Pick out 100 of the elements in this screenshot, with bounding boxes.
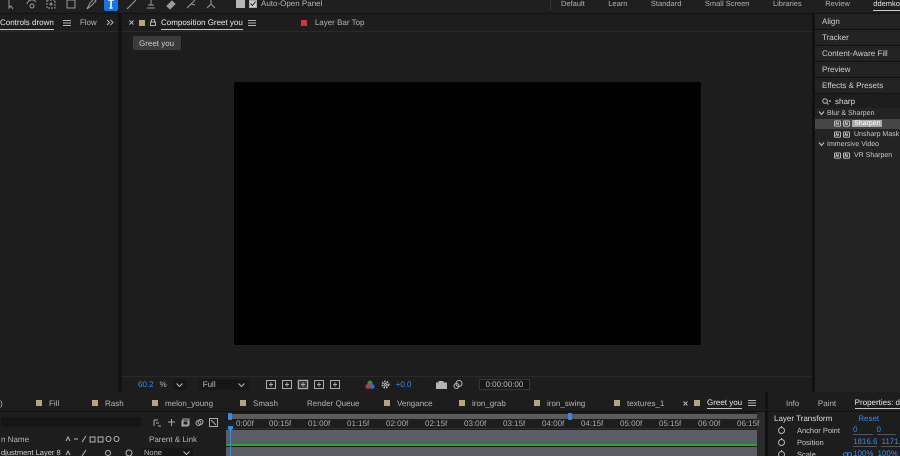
time-ruler-label: 02:00f: [386, 419, 410, 428]
view-option-button[interactable]: [312, 379, 325, 390]
checkbox-label: Auto-Open Panel: [261, 0, 322, 8]
time-ruler-label: 01:15f: [347, 419, 370, 428]
snapshot-icon[interactable]: [452, 380, 462, 389]
type-tool-icon[interactable]: [104, 0, 118, 11]
section-title: Layer Transform: [774, 414, 832, 422]
composition-tab[interactable]: Vengance: [397, 398, 433, 408]
camera-icon[interactable]: [436, 380, 446, 388]
timecode-field[interactable]: 0:00:00:00: [478, 379, 530, 390]
roto-brush-tool-icon[interactable]: [184, 0, 198, 11]
panel-tab[interactable]: Flow: [80, 16, 97, 29]
time-ruler-label: 06:00f: [698, 419, 722, 428]
time-ruler-label: 02:15f: [425, 419, 448, 428]
preset-icon: [843, 152, 850, 159]
search-field[interactable]: sharp: [815, 94, 900, 108]
composition-tab[interactable]: ): [0, 398, 3, 408]
caret-icon: [176, 382, 183, 386]
motion-blur-icon[interactable]: [195, 418, 204, 426]
panel-tab[interactable]: Info: [786, 398, 800, 408]
property-value[interactable]: 0: [876, 425, 896, 435]
preset-icon: [834, 120, 841, 128]
work-area-end-handle[interactable]: [568, 413, 572, 420]
checkbox[interactable]: [249, 0, 257, 8]
view-option-button[interactable]: [280, 379, 293, 390]
composition-tab[interactable]: Layer Bar Top: [314, 16, 364, 29]
time-ruler-label: 03:00f: [464, 419, 488, 428]
search-input[interactable]: sharp: [835, 96, 890, 106]
layers-icon[interactable]: [181, 418, 190, 426]
time-ruler-label: 04:15f: [581, 419, 604, 428]
lock-icon[interactable]: [150, 19, 156, 26]
property-value[interactable]: 1816.6: [853, 437, 878, 447]
composition-tab[interactable]: Composition Greet you: [161, 16, 243, 30]
property-value[interactable]: 100%: [853, 449, 874, 456]
chevron-double-icon[interactable]: [106, 19, 114, 26]
composition-tab[interactable]: Smash: [253, 398, 278, 408]
time-ruler-label: 04:00f: [542, 419, 566, 428]
panel-tab[interactable]: Properties: d: [854, 397, 900, 409]
column-header: Parent & Link: [149, 434, 198, 444]
composition-tab[interactable]: melon_young: [165, 398, 214, 408]
composition-tab[interactable]: Greet you: [707, 397, 742, 409]
rectangle-tool-icon[interactable]: [64, 0, 78, 11]
time-ruler-label: 05:00f: [620, 419, 644, 428]
resolution-dropdown[interactable]: Full: [198, 379, 249, 390]
stopwatch-icon[interactable]: [778, 426, 785, 434]
view-option-button[interactable]: [328, 379, 341, 390]
graph-editor-icon[interactable]: [209, 418, 218, 426]
color-channels-icon[interactable]: [364, 380, 375, 390]
caret-icon: [238, 382, 245, 386]
composition-tab[interactable]: Fill: [49, 398, 60, 408]
pan-behind-tool-icon[interactable]: [44, 0, 58, 11]
exposure-value[interactable]: +0.0: [396, 380, 412, 389]
composition-tab[interactable]: Render Queue: [307, 398, 360, 408]
work-area-start-handle[interactable]: [228, 413, 232, 420]
gear-icon[interactable]: [380, 380, 390, 389]
composition-tab[interactable]: textures_1: [627, 398, 664, 408]
disclosure-icon[interactable]: [818, 110, 825, 116]
time-ruler-label: 01:00f: [308, 419, 332, 428]
panel-tab[interactable]: Controls drown: [0, 16, 54, 30]
playhead-icon[interactable]: [228, 426, 233, 456]
reset-link[interactable]: Reset: [858, 414, 880, 422]
panel-tab[interactable]: Paint: [818, 398, 836, 408]
puppet-tool-icon[interactable]: [204, 0, 218, 11]
composition-tab[interactable]: iron_swing: [547, 398, 586, 408]
menu-icon[interactable]: [248, 20, 256, 26]
preset-icon: [843, 120, 850, 128]
time-ruler-label: 03:15f: [503, 419, 526, 428]
orbit-tool-icon[interactable]: [24, 0, 38, 11]
brush-tool-icon[interactable]: [124, 0, 138, 11]
view-option-button[interactable]: [296, 379, 309, 390]
clone-stamp-tool-icon[interactable]: [144, 0, 158, 11]
time-ruler-label: 0:00f: [235, 419, 255, 428]
property-value[interactable]: 1171.: [881, 437, 900, 447]
zoom-dropdown[interactable]: [172, 379, 187, 390]
property-value[interactable]: 0: [853, 425, 872, 435]
zoom-unit: %: [160, 380, 167, 389]
preset-icon: [843, 130, 850, 138]
stopwatch-icon[interactable]: [778, 450, 785, 456]
property-value[interactable]: 100%: [877, 449, 898, 456]
search-icon[interactable]: [822, 98, 831, 104]
pick-whip-icon[interactable]: [125, 448, 133, 456]
close-icon[interactable]: [129, 20, 134, 25]
time-ruler-label: 06:15f: [737, 419, 760, 428]
preset-icon: [834, 152, 841, 159]
disclosure-icon[interactable]: [818, 142, 825, 148]
stopwatch-icon[interactable]: [778, 438, 785, 446]
menu-icon[interactable]: [62, 20, 71, 26]
time-ruler-label: 00:15f: [269, 419, 292, 428]
menu-icon[interactable]: [748, 400, 756, 406]
close-icon[interactable]: [683, 400, 688, 406]
pen-tool-icon[interactable]: [84, 0, 98, 11]
column-header: n Name: [1, 434, 30, 444]
zoom-value[interactable]: 60.2: [138, 380, 154, 389]
composition-tab[interactable]: iron_grab: [472, 398, 506, 408]
composition-tab[interactable]: Rash: [105, 398, 124, 408]
breadcrumb-button[interactable]: Greet you: [133, 36, 181, 50]
link-icon[interactable]: [843, 452, 852, 456]
preset-icon: [834, 130, 841, 138]
eraser-tool-icon[interactable]: [164, 0, 178, 11]
view-option-button[interactable]: [264, 379, 277, 390]
